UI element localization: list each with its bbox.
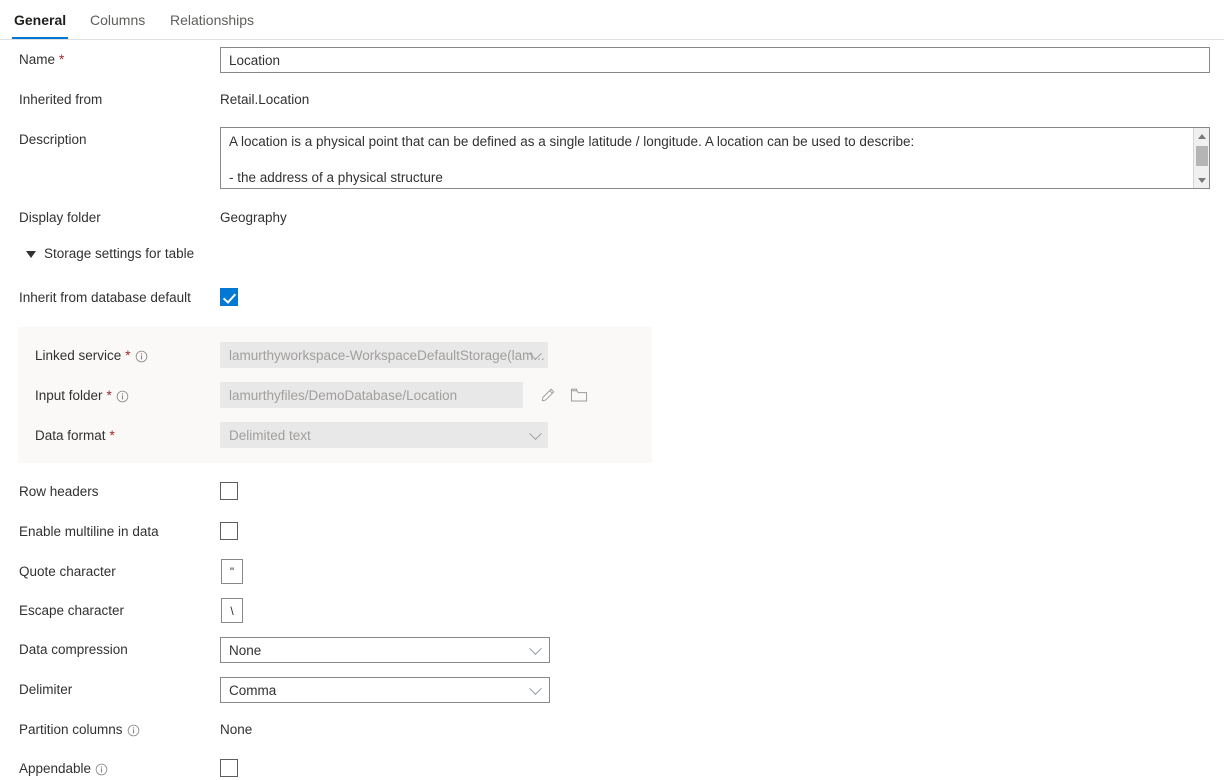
data-compression-value: None: [229, 643, 261, 658]
input-folder-label-text: Input folder: [35, 388, 103, 403]
name-required-marker: *: [59, 52, 64, 67]
info-icon[interactable]: [127, 724, 140, 737]
triangle-down-icon: [26, 251, 36, 258]
data-format-value: Delimited text: [229, 428, 311, 443]
quote-character-input[interactable]: ": [221, 559, 243, 584]
tab-relationships[interactable]: Relationships: [168, 0, 256, 39]
info-icon[interactable]: [135, 350, 148, 363]
chevron-down-icon: [529, 642, 542, 655]
pencil-icon[interactable]: [536, 384, 558, 406]
delimiter-value: Comma: [229, 683, 276, 698]
linked-service-label-text: Linked service: [35, 348, 121, 363]
display-folder-label: Display folder: [19, 210, 101, 225]
description-scrollbar[interactable]: [1193, 128, 1209, 188]
linked-service-label: Linked service *: [35, 348, 148, 363]
name-label-text: Name: [19, 52, 55, 67]
escape-character-input[interactable]: \: [221, 598, 243, 623]
partition-columns-value: None: [220, 722, 252, 737]
tab-general[interactable]: General: [12, 0, 68, 39]
scroll-up-icon[interactable]: [1194, 128, 1210, 144]
linked-service-value: lamurthyworkspace-WorkspaceDefaultStorag…: [229, 348, 545, 363]
storage-settings-label: Storage settings for table: [44, 246, 194, 261]
appendable-checkbox[interactable]: [220, 759, 238, 777]
quote-character-label-text: Quote character: [19, 564, 116, 579]
delimiter-dropdown[interactable]: Comma: [220, 677, 550, 703]
name-input[interactable]: [220, 47, 1210, 73]
linked-service-required-marker: *: [125, 348, 130, 363]
enable-multiline-label-text: Enable multiline in data: [19, 524, 159, 539]
storage-settings-section-toggle[interactable]: Storage settings for table: [26, 246, 194, 261]
row-headers-checkbox[interactable]: [220, 482, 238, 500]
table-properties-panel: General Columns Relationships Name * Inh…: [0, 0, 1224, 780]
escape-character-label-text: Escape character: [19, 603, 124, 618]
data-compression-dropdown[interactable]: None: [220, 637, 550, 663]
enable-multiline-checkbox[interactable]: [220, 522, 238, 540]
input-folder-required-marker: *: [107, 388, 112, 403]
inherited-from-label: Inherited from: [19, 92, 102, 107]
data-format-dropdown[interactable]: Delimited text: [220, 422, 548, 448]
partition-columns-label: Partition columns: [19, 722, 140, 737]
inherited-from-value: Retail.Location: [220, 92, 309, 107]
input-folder-label: Input folder *: [35, 388, 129, 403]
tab-bar: General Columns Relationships: [0, 0, 1224, 40]
delimiter-label-text: Delimiter: [19, 682, 72, 697]
linked-service-dropdown[interactable]: lamurthyworkspace-WorkspaceDefaultStorag…: [220, 342, 548, 368]
input-folder-field[interactable]: lamurthyfiles/DemoDatabase/Location: [220, 382, 523, 408]
inherited-from-label-text: Inherited from: [19, 92, 102, 107]
quote-character-value: ": [230, 565, 234, 579]
escape-character-value: \: [230, 604, 233, 618]
data-format-required-marker: *: [110, 428, 115, 443]
partition-columns-label-text: Partition columns: [19, 722, 123, 737]
name-label: Name *: [19, 52, 64, 67]
tab-general-label: General: [14, 12, 66, 28]
scroll-down-icon[interactable]: [1194, 172, 1210, 188]
tab-relationships-label: Relationships: [170, 12, 254, 28]
description-textarea[interactable]: A location is a physical point that can …: [220, 127, 1210, 189]
data-format-label-text: Data format: [35, 428, 106, 443]
folder-icon[interactable]: [568, 384, 590, 406]
input-folder-value: lamurthyfiles/DemoDatabase/Location: [229, 388, 457, 403]
inherit-default-label-text: Inherit from database default: [19, 290, 191, 305]
appendable-label: Appendable: [19, 761, 108, 776]
appendable-label-text: Appendable: [19, 761, 91, 776]
description-label-text: Description: [19, 132, 87, 147]
escape-character-label: Escape character: [19, 603, 124, 618]
data-compression-label-text: Data compression: [19, 642, 128, 657]
enable-multiline-label: Enable multiline in data: [19, 524, 159, 539]
inherit-default-label: Inherit from database default: [19, 290, 191, 305]
data-format-label: Data format *: [35, 428, 115, 443]
scrollbar-thumb[interactable]: [1196, 146, 1208, 166]
delimiter-label: Delimiter: [19, 682, 72, 697]
data-compression-label: Data compression: [19, 642, 128, 657]
display-folder-label-text: Display folder: [19, 210, 101, 225]
inherit-from-database-default-checkbox[interactable]: [220, 288, 238, 306]
storage-settings-panel: Linked service * lamurthyworkspace-Works…: [18, 327, 652, 463]
description-text: A location is a physical point that can …: [221, 128, 1193, 188]
tab-columns[interactable]: Columns: [88, 0, 147, 39]
info-icon[interactable]: [116, 390, 129, 403]
description-label: Description: [19, 132, 87, 147]
row-headers-label: Row headers: [19, 484, 99, 499]
chevron-down-icon: [529, 427, 542, 440]
display-folder-value: Geography: [220, 210, 287, 225]
tab-columns-label: Columns: [90, 12, 145, 28]
row-headers-label-text: Row headers: [19, 484, 99, 499]
quote-character-label: Quote character: [19, 564, 116, 579]
info-icon[interactable]: [95, 763, 108, 776]
chevron-down-icon: [529, 682, 542, 695]
